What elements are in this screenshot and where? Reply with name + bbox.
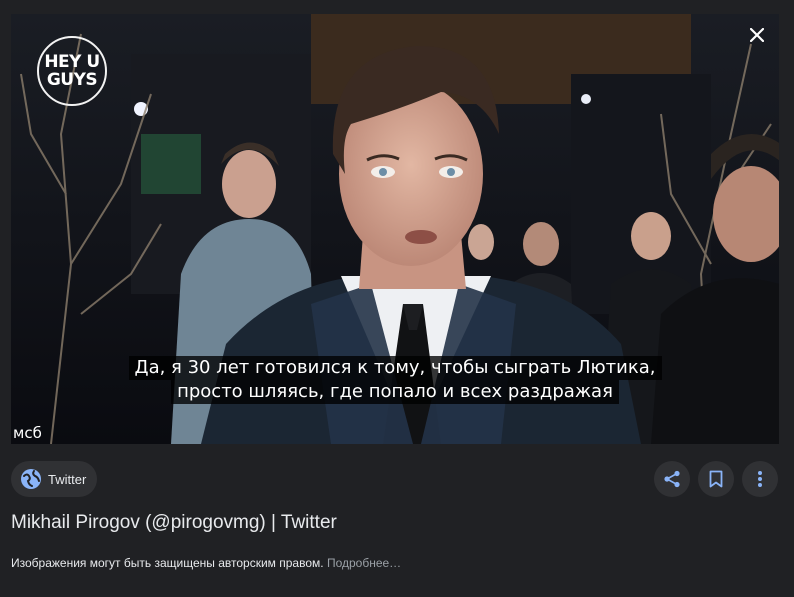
learn-more-link[interactable]: Подробнее… [327,556,401,570]
page-title[interactable]: Mikhail Pirogov (@pirogovmg) | Twitter [11,512,337,534]
more-vert-icon [758,471,762,487]
copyright-notice: Изображения могут быть защищены авторски… [11,556,401,570]
copyright-text: Изображения могут быть защищены авторски… [11,556,324,570]
image-preview-panel: HEY U GUYS Да, я 30 лет готовился к тому… [0,0,794,597]
logo-line-2: GUYS [46,70,98,90]
more-options-button[interactable] [742,461,778,497]
close-icon [750,28,764,42]
close-button[interactable] [742,20,772,50]
share-icon [664,470,680,488]
subtitle-line-2: просто шляясь, где попало и всех раздраж… [171,380,619,404]
subtitles: Да, я 30 лет готовился к тому, чтобы сыг… [11,356,779,404]
bookmark-icon [709,470,723,488]
preview-image[interactable]: HEY U GUYS Да, я 30 лет готовился к тому… [11,14,779,444]
heyuguys-logo: HEY U GUYS [37,36,107,106]
globe-icon [21,469,41,489]
watermark: мсб [13,424,42,442]
save-button[interactable] [698,461,734,497]
source-chip[interactable]: Twitter [11,461,97,497]
share-button[interactable] [654,461,690,497]
logo-line-1: HEY U [44,52,100,72]
source-name: Twitter [48,471,87,487]
subtitle-line-1: Да, я 30 лет готовился к тому, чтобы сыг… [128,356,662,380]
